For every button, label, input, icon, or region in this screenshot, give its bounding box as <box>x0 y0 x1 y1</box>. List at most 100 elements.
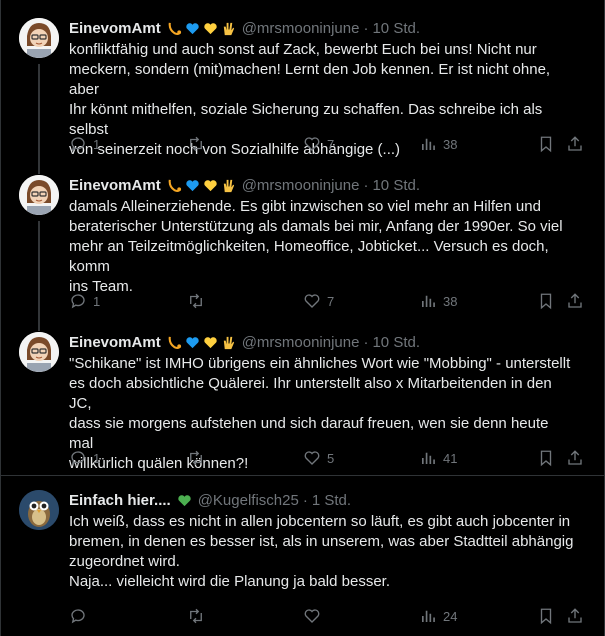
reply-icon <box>71 137 85 152</box>
share-button[interactable] <box>566 606 584 626</box>
timestamp[interactable]: 10 Std. <box>372 20 420 37</box>
vulcan-salute-icon <box>223 22 234 35</box>
separator-dot: · <box>363 176 369 194</box>
retweet-icon <box>190 293 202 309</box>
bookmark-icon <box>540 450 552 467</box>
text-line: konfliktfähig und auch sonst auf Zack, b… <box>69 41 537 58</box>
share-icon <box>568 450 582 465</box>
green-heart-icon <box>178 494 191 506</box>
like-button[interactable]: 5 <box>303 448 334 468</box>
tweet[interactable]: Einfach hier.... @Kugelfisch25 · 1 Std. … <box>1 490 604 630</box>
blue-heart-icon <box>185 336 199 348</box>
retweet-button[interactable] <box>187 291 211 311</box>
heart-icon <box>304 609 320 623</box>
bookmark-button[interactable] <box>537 134 555 154</box>
views-icon <box>422 452 435 464</box>
view-count: 24 <box>443 608 458 624</box>
reply-button[interactable]: 1 <box>69 134 100 154</box>
like-count: 7 <box>327 136 335 152</box>
share-icon <box>568 136 582 151</box>
text-line: es doch absichtliche Quälerei. Ihr unter… <box>69 375 552 412</box>
view-count: 38 <box>443 136 458 152</box>
reply-icon <box>71 451 85 466</box>
avatar[interactable] <box>19 175 59 215</box>
reply-button[interactable]: 1 <box>69 448 100 468</box>
share-button[interactable] <box>566 448 584 468</box>
text-line: "Schikane" ist IMHO übrigens ein ähnlich… <box>69 355 571 372</box>
reply-icon <box>71 609 85 624</box>
timestamp[interactable]: 1 Std. <box>312 492 351 509</box>
timestamp[interactable]: 10 Std. <box>372 177 420 194</box>
text-line: Naja... vielleicht wird die Planung ja b… <box>69 573 391 590</box>
retweet-icon <box>190 450 202 466</box>
name-badges <box>167 178 236 193</box>
bookmark-icon <box>540 136 552 153</box>
like-count: 5 <box>327 450 335 466</box>
views-button[interactable]: 38 <box>419 291 457 311</box>
views-button[interactable]: 41 <box>419 448 457 468</box>
tweet-text: damals Alleinerziehende. Es gibt inzwisc… <box>69 197 574 297</box>
avatar[interactable] <box>19 18 59 58</box>
reply-button[interactable] <box>69 606 93 626</box>
retweet-button[interactable] <box>187 448 211 468</box>
thread-line <box>38 221 40 331</box>
author-handle[interactable]: @mrsmooninjune <box>242 334 360 351</box>
blue-heart-icon <box>185 179 199 191</box>
text-line: damals Alleinerziehende. Es gibt inzwisc… <box>69 198 541 215</box>
yellow-heart-icon <box>203 336 217 348</box>
bookmark-button[interactable] <box>537 291 555 311</box>
author-handle[interactable]: @mrsmooninjune <box>242 20 360 37</box>
views-button[interactable]: 24 <box>419 606 457 626</box>
author-name[interactable]: Einfach hier.... <box>69 492 171 509</box>
avatar[interactable] <box>19 332 59 372</box>
horn-icon <box>168 179 181 192</box>
retweet-icon <box>190 136 202 152</box>
like-button[interactable]: 7 <box>303 134 334 154</box>
text-line: mehr an Teilzeitmöglichkeiten, Homeoffic… <box>69 238 549 275</box>
reply-count: 1 <box>93 136 101 152</box>
bookmark-button[interactable] <box>537 448 555 468</box>
retweet-button[interactable] <box>187 606 211 626</box>
text-line: zugeordnet wird. <box>69 553 180 570</box>
action-bar: 1 7 38 <box>69 134 589 154</box>
views-icon <box>422 138 435 150</box>
author-name[interactable]: EinevomAmt <box>69 177 161 194</box>
text-line: meckern, sondern (mit)machen! Lernt den … <box>69 61 551 98</box>
reply-button[interactable]: 1 <box>69 291 100 311</box>
share-button[interactable] <box>566 134 584 154</box>
views-icon <box>422 610 435 622</box>
horn-icon <box>168 22 181 35</box>
horn-icon <box>168 336 181 349</box>
views-icon <box>422 295 435 307</box>
tweet[interactable]: EinevomAmt @mrsmooninjune · 10 Std. dama… <box>1 175 604 331</box>
like-count: 7 <box>327 293 335 309</box>
share-icon <box>568 608 582 623</box>
name-badges <box>177 493 192 508</box>
author-handle[interactable]: @mrsmooninjune <box>242 177 360 194</box>
bookmark-button[interactable] <box>537 606 555 626</box>
tweet[interactable]: EinevomAmt @mrsmooninjune · 10 Std. konf… <box>1 18 604 174</box>
views-button[interactable]: 38 <box>419 134 457 154</box>
author-name[interactable]: EinevomAmt <box>69 334 161 351</box>
author-handle[interactable]: @Kugelfisch25 <box>198 492 299 509</box>
thread-line <box>38 64 40 174</box>
timestamp[interactable]: 10 Std. <box>372 334 420 351</box>
name-badges <box>167 335 236 350</box>
text-line: bremen, in denen es besser ist, als in u… <box>69 533 574 550</box>
reply-icon <box>71 294 85 309</box>
retweet-icon <box>190 608 202 624</box>
share-button[interactable] <box>566 291 584 311</box>
tweet[interactable]: EinevomAmt @mrsmooninjune · 10 Std. "Sch… <box>1 332 604 482</box>
author-name[interactable]: EinevomAmt <box>69 20 161 37</box>
like-button[interactable] <box>303 606 327 626</box>
heart-icon <box>304 137 320 151</box>
text-line: beraterischer Unterstützung als damals b… <box>69 218 563 235</box>
avatar[interactable] <box>19 490 59 530</box>
action-bar: 1 7 38 <box>69 291 589 311</box>
retweet-button[interactable] <box>187 134 211 154</box>
blue-heart-icon <box>185 22 199 34</box>
vulcan-salute-icon <box>223 179 234 192</box>
like-button[interactable]: 7 <box>303 291 334 311</box>
bookmark-icon <box>540 293 552 310</box>
tweet-divider <box>1 475 604 476</box>
